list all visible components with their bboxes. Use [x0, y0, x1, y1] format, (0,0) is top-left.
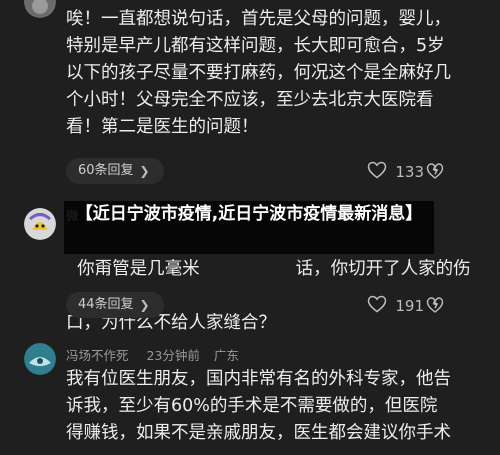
chevron-right-icon: ❯	[139, 164, 150, 178]
comment-location: 广东	[213, 348, 239, 363]
dislike-icon[interactable]	[426, 296, 444, 318]
overlay-title: 【近日宁波市疫情,近日宁波市疫情最新消息】	[75, 204, 423, 224]
comment-author[interactable]: 冯场不作死	[66, 348, 129, 363]
comment-meta: 冯场不作死 23分钟前 广东	[66, 345, 239, 364]
heart-icon	[367, 295, 387, 317]
avatar[interactable]	[24, 343, 56, 375]
like-count: 191	[395, 297, 424, 315]
comment-text: 我有位医生朋友，国内非常有名的外科专家，他告 诉我，至少有60%的手术是不需要做…	[66, 369, 451, 443]
like-button[interactable]: 133	[367, 161, 424, 183]
overlay-title-banner: 【近日宁波市疫情,近日宁波市疫情最新消息】	[64, 201, 434, 254]
comment-text-line1-tail: 话，你切开了人家的伤	[295, 259, 471, 279]
avatar[interactable]	[24, 208, 56, 240]
replies-button[interactable]: 60条回复 ❯	[66, 158, 164, 184]
comment-time: 23分钟前	[146, 348, 200, 363]
replies-count-label: 44条回复	[78, 297, 134, 312]
comment-text: 唉！一直都想说句话，首先是父母的问题，婴儿， 特别是早产儿都有这样问题，长大即可…	[66, 9, 451, 137]
like-count: 133	[395, 163, 424, 181]
replies-button[interactable]: 44条回复 ❯	[66, 292, 164, 318]
dislike-icon[interactable]	[426, 162, 444, 184]
avatar[interactable]	[24, 0, 56, 18]
chevron-right-icon: ❯	[139, 298, 150, 312]
like-button[interactable]: 191	[367, 295, 424, 317]
comment-text-start: 你甭管是几毫米	[77, 259, 200, 279]
replies-count-label: 60条回复	[78, 163, 134, 178]
heart-icon	[367, 161, 387, 183]
